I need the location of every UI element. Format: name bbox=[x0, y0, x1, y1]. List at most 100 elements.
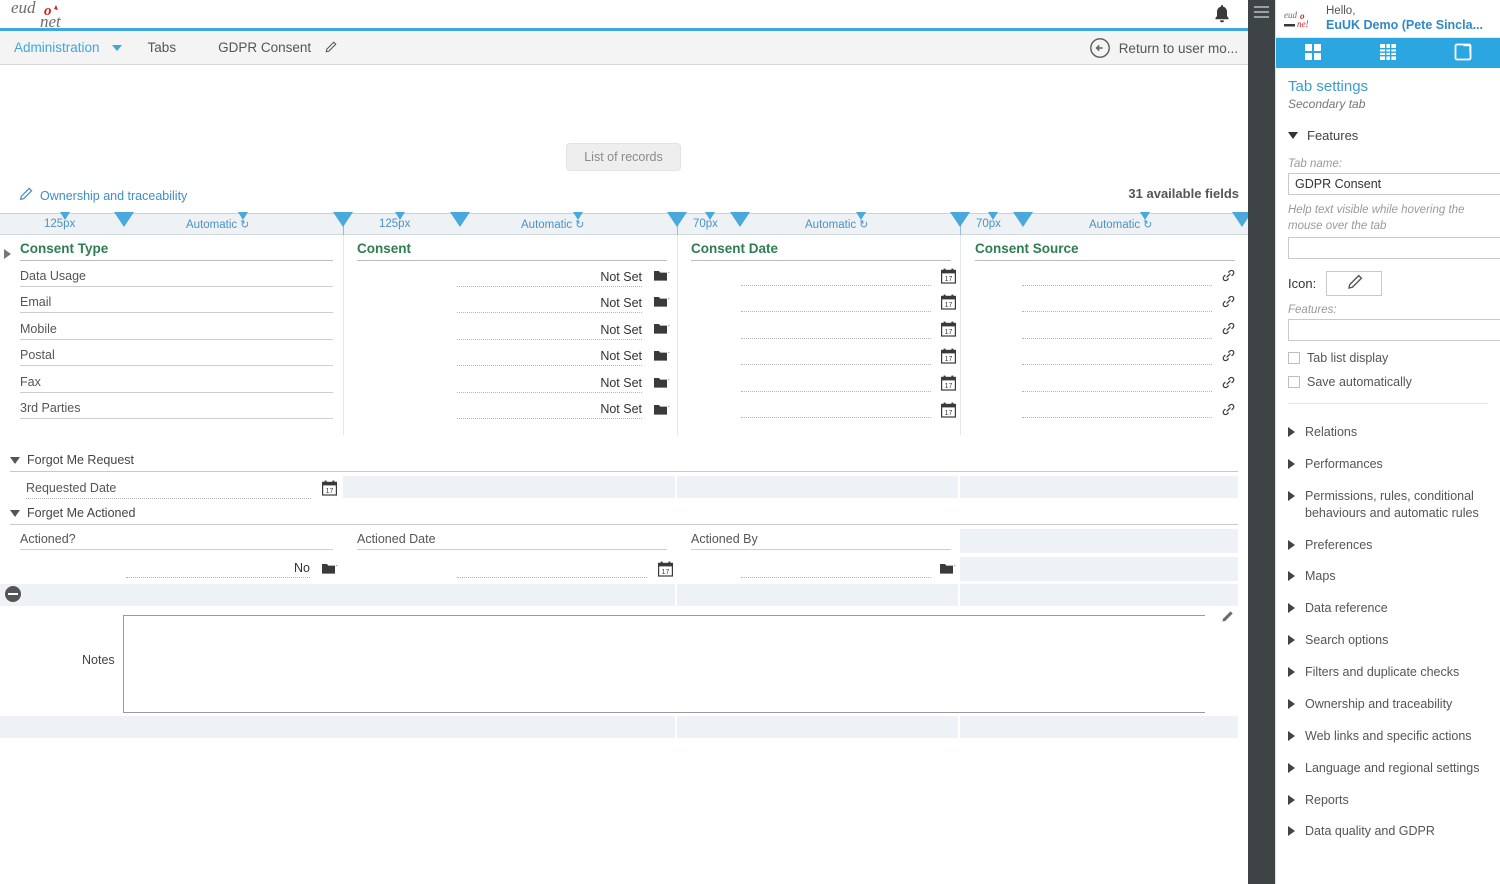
field-value-consent-date-4[interactable] bbox=[741, 349, 931, 365]
chain-link-icon[interactable] bbox=[1221, 321, 1235, 335]
notes-textarea[interactable] bbox=[123, 615, 1205, 713]
field-value-consent-source-4[interactable] bbox=[1022, 349, 1212, 365]
chain-link-icon[interactable] bbox=[1221, 294, 1235, 308]
accordion-item-data-reference[interactable]: Data reference bbox=[1288, 592, 1488, 624]
folder-dropdown-icon[interactable] bbox=[654, 403, 670, 416]
accordion-item-language-regional[interactable]: Language and regional settings bbox=[1288, 752, 1488, 784]
calendar-17-icon[interactable]: 17 bbox=[941, 321, 957, 337]
chain-link-icon[interactable] bbox=[1221, 375, 1235, 389]
sidebar-tab-bar bbox=[1276, 38, 1500, 75]
field-value-consent-2[interactable]: Not Set bbox=[457, 296, 642, 313]
pencil-icon[interactable] bbox=[324, 41, 337, 54]
accordion-item-search-options[interactable]: Search options bbox=[1288, 624, 1488, 656]
folder-dropdown-icon[interactable] bbox=[654, 322, 670, 335]
features-input[interactable] bbox=[1288, 319, 1500, 342]
refresh-icon[interactable]: ↻ bbox=[859, 218, 868, 231]
field-value-consent-date-3[interactable] bbox=[741, 323, 931, 339]
field-value-consent-3[interactable]: Not Set bbox=[457, 323, 642, 340]
chain-link-icon[interactable] bbox=[1221, 402, 1235, 416]
folder-dropdown-icon[interactable] bbox=[322, 562, 338, 575]
ruler-handle-2[interactable] bbox=[333, 212, 353, 227]
breadcrumb-administration[interactable]: Administration bbox=[0, 40, 108, 55]
calendar-17-icon[interactable]: 17 bbox=[658, 561, 674, 577]
field-value-consent-date-2[interactable] bbox=[741, 296, 931, 312]
field-value-consent-6[interactable]: Not Set bbox=[457, 402, 642, 419]
field-value-consent-1[interactable]: Not Set bbox=[457, 270, 642, 287]
accordion-item-preferences[interactable]: Preferences bbox=[1288, 529, 1488, 561]
field-value-actioned-date[interactable] bbox=[457, 562, 647, 578]
field-value-consent-4[interactable]: Not Set bbox=[457, 349, 642, 366]
accordion-features[interactable]: Features bbox=[1288, 121, 1488, 150]
ruler-handle-4[interactable] bbox=[667, 212, 687, 227]
refresh-icon[interactable]: ↻ bbox=[575, 218, 584, 231]
ownership-and-traceability-link[interactable]: Ownership and traceability bbox=[18, 187, 187, 205]
refresh-icon[interactable]: ↻ bbox=[1143, 218, 1152, 231]
field-value-consent-date-5[interactable] bbox=[741, 376, 931, 392]
calendar-17-icon[interactable]: 17 bbox=[941, 375, 957, 391]
accordion-item-reports[interactable]: Reports bbox=[1288, 784, 1488, 816]
field-value-consent-date-1[interactable] bbox=[741, 270, 931, 286]
collapse-rail[interactable] bbox=[1248, 0, 1275, 884]
collapse-section-button[interactable] bbox=[5, 586, 21, 602]
pencil-icon[interactable] bbox=[1220, 610, 1234, 624]
ruler-handle-3[interactable] bbox=[450, 212, 470, 227]
folder-dropdown-icon[interactable] bbox=[654, 295, 670, 308]
breadcrumb-tabs[interactable]: Tabs bbox=[140, 40, 185, 55]
calendar-17-icon[interactable]: 17 bbox=[941, 402, 957, 418]
help-text-input[interactable] bbox=[1288, 237, 1500, 260]
tab-grid-view[interactable] bbox=[1276, 38, 1351, 68]
user-name-label[interactable]: EuUK Demo (Pete Sincla... bbox=[1326, 18, 1483, 34]
list-of-records-button[interactable]: List of records bbox=[566, 143, 681, 171]
ruler-handle-6[interactable] bbox=[950, 212, 970, 227]
accordion-item-performances[interactable]: Performances bbox=[1288, 448, 1488, 480]
eudonet-logo[interactable]: eud o net bbox=[10, 0, 86, 32]
column-ruler[interactable]: 125px Automatic ↻ 125px Automatic ↻ 70px A… bbox=[0, 212, 1248, 236]
notifications-bell-icon[interactable] bbox=[1210, 2, 1234, 26]
field-value-actioned-by[interactable] bbox=[741, 562, 931, 578]
ruler-handle-7[interactable] bbox=[1013, 212, 1033, 227]
folder-dropdown-icon[interactable] bbox=[940, 562, 956, 575]
accordion-item-filters-duplicate-checks[interactable]: Filters and duplicate checks bbox=[1288, 656, 1488, 688]
tab-name-input[interactable] bbox=[1288, 173, 1500, 195]
field-value-consent-source-5[interactable] bbox=[1022, 376, 1212, 392]
checkbox-icon[interactable] bbox=[1288, 376, 1300, 389]
field-value-consent-source-1[interactable] bbox=[1022, 270, 1212, 286]
folder-dropdown-icon[interactable] bbox=[654, 269, 670, 282]
field-value-consent-5[interactable]: Not Set bbox=[457, 376, 642, 393]
ruler-handle-1[interactable] bbox=[114, 212, 134, 227]
chevron-down-icon[interactable] bbox=[111, 44, 122, 51]
accordion-item-data-quality-gdpr[interactable]: Data quality and GDPR bbox=[1288, 815, 1488, 847]
field-value-consent-source-2[interactable] bbox=[1022, 296, 1212, 312]
icon-picker-button[interactable] bbox=[1326, 271, 1383, 297]
checkbox-tab-list-display[interactable]: Tab list display bbox=[1288, 351, 1488, 365]
checkbox-icon[interactable] bbox=[1288, 352, 1300, 365]
refresh-icon[interactable]: ↻ bbox=[240, 218, 249, 231]
calendar-17-icon[interactable]: 17 bbox=[941, 294, 957, 310]
section-forget-me-actioned[interactable]: Forget Me Actioned bbox=[10, 506, 1238, 525]
accordion-item-relations[interactable]: Relations bbox=[1288, 416, 1488, 448]
chain-link-icon[interactable] bbox=[1221, 268, 1235, 282]
accordion-item-web-links[interactable]: Web links and specific actions bbox=[1288, 720, 1488, 752]
field-value-consent-source-3[interactable] bbox=[1022, 323, 1212, 339]
tab-settings-view[interactable] bbox=[1425, 38, 1500, 75]
calendar-17-icon[interactable]: 17 bbox=[941, 348, 957, 364]
folder-dropdown-icon[interactable] bbox=[654, 376, 670, 389]
accordion-item-permissions-rules[interactable]: Permissions, rules, conditional behaviou… bbox=[1288, 480, 1488, 529]
accordion-item-ownership-traceability[interactable]: Ownership and traceability bbox=[1288, 688, 1488, 720]
section-forgot-me-request[interactable]: Forgot Me Request bbox=[10, 453, 1238, 472]
ruler-handle-5[interactable] bbox=[730, 212, 750, 227]
ruler-handle-8[interactable] bbox=[1232, 212, 1248, 227]
field-value-consent-date-6[interactable] bbox=[741, 402, 931, 418]
field-value-consent-source-6[interactable] bbox=[1022, 402, 1212, 418]
chain-link-icon[interactable] bbox=[1221, 348, 1235, 362]
tab-table-view[interactable] bbox=[1351, 38, 1426, 68]
folder-dropdown-icon[interactable] bbox=[654, 349, 670, 362]
calendar-17-icon[interactable]: 17 bbox=[322, 480, 338, 496]
checkbox-save-automatically[interactable]: Save automatically bbox=[1288, 375, 1488, 389]
return-to-user-mode-button[interactable]: Return to user mo... bbox=[1089, 31, 1238, 65]
row-expand-arrow[interactable] bbox=[4, 249, 11, 259]
hamburger-menu-icon[interactable] bbox=[1254, 6, 1269, 18]
accordion-item-maps[interactable]: Maps bbox=[1288, 560, 1488, 592]
field-value-actioned[interactable]: No bbox=[126, 561, 310, 578]
calendar-17-icon[interactable]: 17 bbox=[941, 268, 957, 284]
